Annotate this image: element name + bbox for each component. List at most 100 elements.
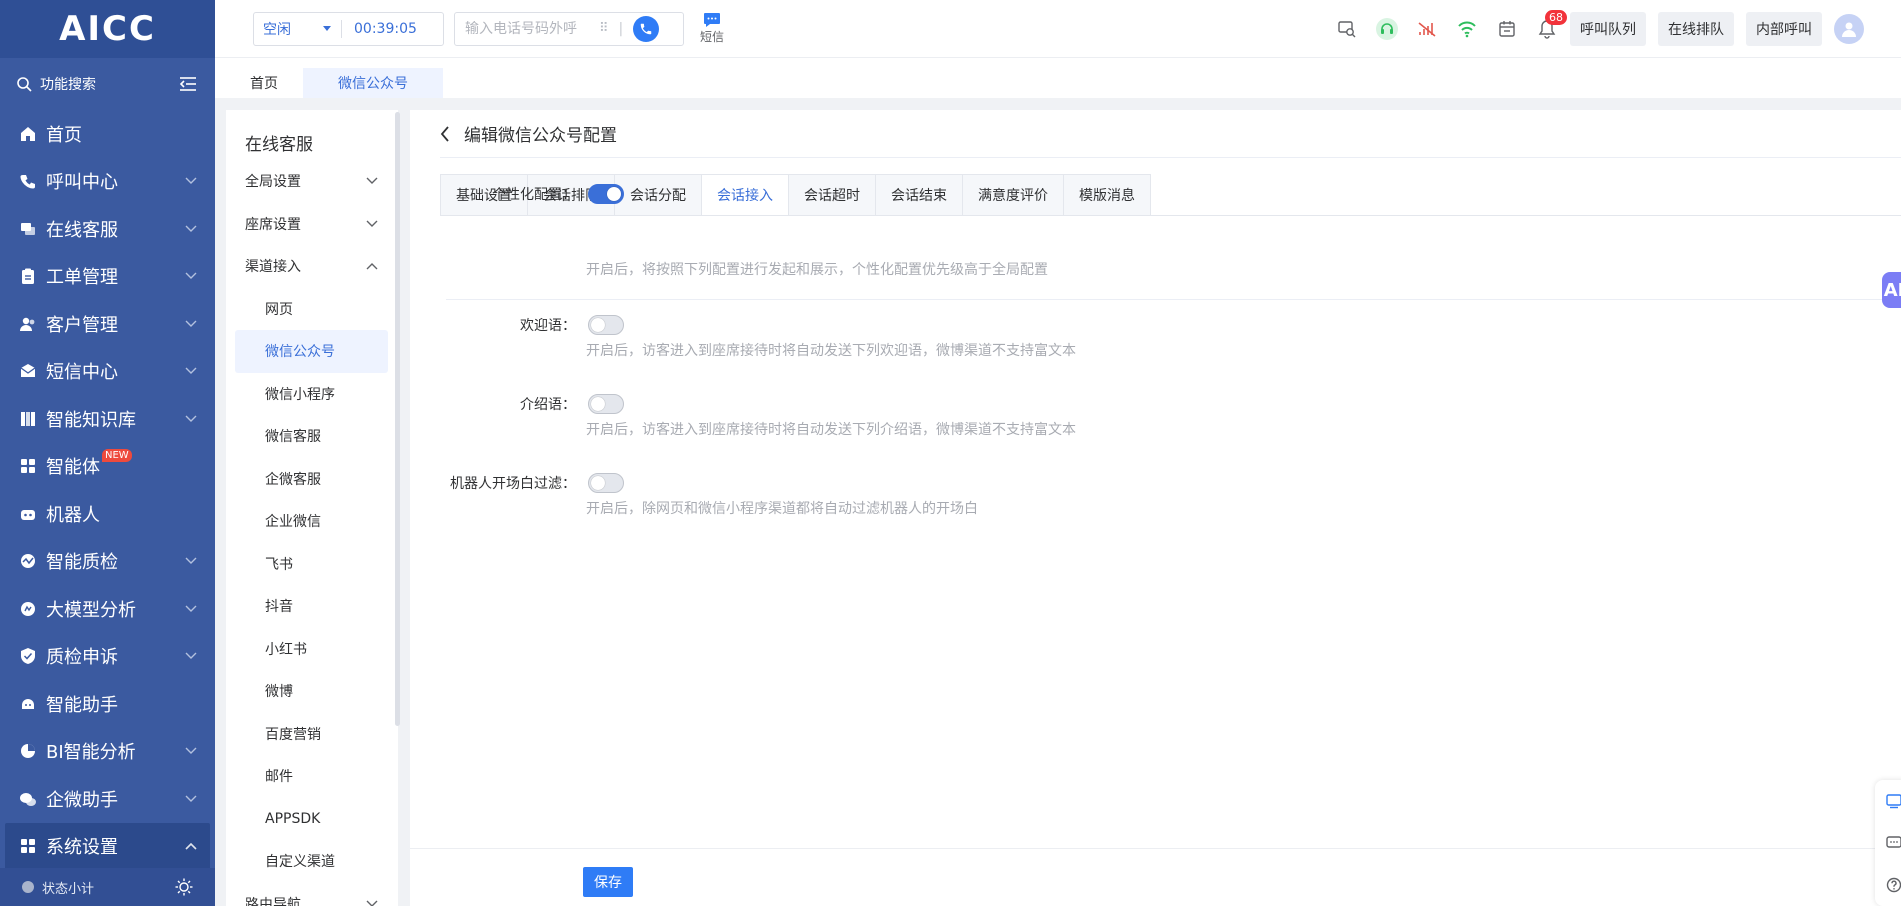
home-icon (18, 124, 38, 144)
sidebar-item-sms-center[interactable]: 短信中心 (0, 348, 215, 396)
sidebar-item-customer-management[interactable]: 客户管理 (0, 300, 215, 348)
sms-button[interactable]: 短信 (700, 12, 724, 45)
agent-status-value: 空闲 (263, 21, 291, 38)
chevron-down-icon (185, 744, 197, 758)
tab-access[interactable]: 会话接入 (702, 174, 789, 216)
channel-item[interactable]: 邮件 (226, 755, 398, 798)
sidebar-item-agent[interactable]: 智能体 NEW (0, 443, 215, 491)
submenu-group-seat-settings[interactable]: 座席设置 (226, 203, 398, 246)
collapse-menu-icon[interactable] (179, 76, 197, 92)
phone-number-input[interactable] (465, 20, 595, 37)
chat-icon[interactable] (1886, 835, 1901, 851)
chevron-down-icon (185, 269, 197, 283)
function-search[interactable]: 功能搜索 (0, 58, 215, 110)
robot-opening-filter-toggle[interactable] (588, 473, 624, 493)
channel-item[interactable]: 小红书 (226, 628, 398, 671)
calendar-icon[interactable] (1496, 18, 1518, 40)
submenu-scrollbar[interactable] (395, 112, 400, 726)
submenu-group-global-settings[interactable]: 全局设置 (226, 160, 398, 203)
chevron-down-icon (185, 649, 197, 663)
channel-item[interactable]: 自定义渠道 (226, 840, 398, 883)
setting-row-intro: 介绍语： (440, 394, 624, 414)
submenu-group-route-nav[interactable]: 路由导航 (226, 883, 398, 906)
online-queue-button[interactable]: 在线排队 (1658, 11, 1734, 46)
sidebar-item-quality-inspection[interactable]: 智能质检 (0, 538, 215, 586)
chevron-down-icon (185, 792, 197, 806)
setting-row-robot-filter: 机器人开场白过滤： (440, 473, 624, 493)
internal-call-button[interactable]: 内部呼叫 (1746, 11, 1822, 46)
tab-end[interactable]: 会话结束 (876, 174, 963, 216)
agent-status-select[interactable]: 空闲 (254, 19, 342, 38)
status-summary-label[interactable]: 状态小计 (42, 878, 175, 897)
user-avatar[interactable] (1834, 13, 1864, 44)
intro-message-toggle[interactable] (588, 394, 624, 414)
smart-assistant-icon (18, 694, 38, 714)
save-button[interactable]: 保存 (583, 867, 633, 897)
channel-item[interactable]: 微信小程序 (226, 373, 398, 416)
sidebar-item-llm-analysis[interactable]: 大模型分析 (0, 585, 215, 633)
back-button[interactable] (440, 125, 450, 142)
setting-hint: 开启后，除网页和微信小程序渠道都将自动过滤机器人的开场白 (586, 501, 978, 517)
channel-item[interactable]: 企业微信 (226, 500, 398, 543)
tab-template[interactable]: 模版消息 (1064, 174, 1151, 216)
channel-item[interactable]: 飞书 (226, 543, 398, 586)
search-icon (17, 77, 32, 92)
sidebar-item-bi-analysis[interactable]: BI智能分析 (0, 728, 215, 776)
app-logo[interactable]: AICC (0, 0, 215, 58)
setting-label: 介绍语： (520, 397, 576, 413)
channel-item[interactable]: 企微客服 (226, 458, 398, 501)
page-tab-home[interactable]: 首页 (225, 68, 303, 98)
headset-icon[interactable] (1376, 17, 1398, 40)
channel-item[interactable]: 微信客服 (226, 415, 398, 458)
sidebar-item-call-center[interactable]: 呼叫中心 (0, 158, 215, 206)
sidebar-item-label: BI智能分析 (46, 742, 136, 764)
channel-item[interactable]: 百度营销 (226, 713, 398, 756)
call-button[interactable] (633, 15, 660, 42)
search-record-icon[interactable] (1336, 18, 1358, 40)
quality-inspection-icon (18, 551, 38, 571)
channel-item[interactable]: 抖音 (226, 585, 398, 628)
ai-assistant-float[interactable]: AI (1882, 272, 1901, 308)
bell-icon[interactable]: 68 (1536, 9, 1567, 40)
channel-item[interactable]: 微博 (226, 670, 398, 713)
online-service-submenu: 在线客服 全局设置 座席设置 渠道接入 网页 微信公众号 微信小程序 微信客服 企微客服… (226, 110, 398, 906)
bi-analysis-icon (18, 741, 38, 761)
tab-assign[interactable]: 会话分配 (615, 174, 702, 216)
sidebar-item-label: 智能助手 (46, 694, 118, 716)
sidebar-item-knowledge-base[interactable]: 智能知识库 (0, 395, 215, 443)
dial-separator: | (618, 20, 624, 37)
signal-off-icon[interactable] (1416, 18, 1438, 40)
submenu-group-label: 路由导航 (245, 896, 301, 906)
chevron-down-icon (185, 222, 197, 236)
help-icon[interactable] (1886, 877, 1901, 893)
robot-icon (18, 504, 38, 524)
sidebar-item-home[interactable]: 首页 (0, 110, 215, 158)
channel-item[interactable]: 网页 (226, 288, 398, 331)
submenu-group-channel-access[interactable]: 渠道接入 (226, 245, 398, 288)
sidebar-item-label: 工单管理 (46, 267, 118, 289)
sidebar-item-smart-assistant[interactable]: 智能助手 (0, 680, 215, 728)
sidebar-item-system-settings[interactable]: 系统设置 (5, 822, 210, 870)
sidebar-item-robot[interactable]: 机器人 (0, 490, 215, 538)
welcome-message-toggle[interactable] (588, 315, 624, 335)
personalized-config-toggle[interactable] (588, 184, 624, 204)
agent-status-box: 空闲 00:39:05 (253, 11, 444, 46)
tab-satisfaction[interactable]: 满意度评价 (963, 174, 1064, 216)
sidebar-item-qa-appeal[interactable]: 质检申诉 (0, 633, 215, 681)
sidebar-item-label: 智能质检 (46, 552, 118, 574)
sidebar-item-online-service[interactable]: 在线客服 (0, 205, 215, 253)
sidebar-item-label: 智能知识库 (46, 409, 136, 431)
sidebar-item-ticket-management[interactable]: 工单管理 (0, 253, 215, 301)
wifi-icon[interactable] (1456, 18, 1478, 40)
sun-icon[interactable] (175, 878, 193, 896)
channel-item[interactable]: APPSDK (226, 798, 398, 841)
settings-divider (446, 299, 1901, 300)
tab-timeout[interactable]: 会话超时 (789, 174, 876, 216)
page-tab-wechat-official[interactable]: 微信公众号 (303, 68, 443, 98)
function-search-label: 功能搜索 (40, 77, 96, 93)
screen-icon[interactable] (1886, 793, 1901, 809)
call-queue-button[interactable]: 呼叫队列 (1570, 11, 1646, 46)
keypad-icon[interactable]: ⠿ (599, 21, 609, 36)
channel-item[interactable]: 微信公众号 (235, 330, 388, 373)
sidebar-item-wecom-assistant[interactable]: 企微助手 (0, 775, 215, 823)
